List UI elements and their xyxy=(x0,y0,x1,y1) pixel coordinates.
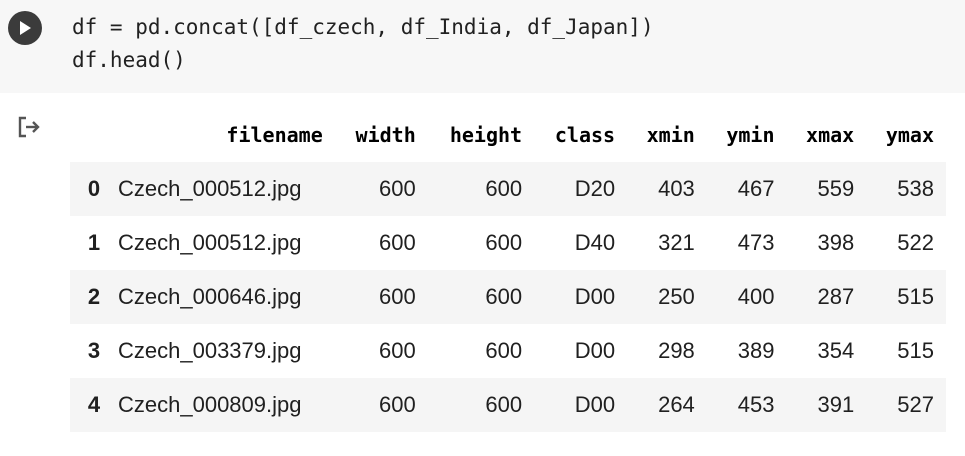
play-icon xyxy=(20,21,31,35)
cell-filename: Czech_000512.jpg xyxy=(118,230,302,255)
run-cell-button[interactable] xyxy=(8,11,42,45)
cell-ymin: 453 xyxy=(737,392,775,417)
column-header-filename: filename xyxy=(226,123,323,147)
cell-class: D00 xyxy=(574,338,616,363)
table-row: 0 Czech_000512.jpg 600 600 D20 403 467 5… xyxy=(70,162,946,216)
cell-ymax: 515 xyxy=(897,338,934,363)
code-line: df = pd.concat([df_czech, df_India, df_J… xyxy=(72,15,654,39)
cell-height: 600 xyxy=(485,338,523,363)
cell-height: 600 xyxy=(485,230,523,255)
row-index: 1 xyxy=(87,230,101,255)
code-editor[interactable]: df = pd.concat([df_czech, df_India, df_J… xyxy=(72,11,654,77)
cell-filename: Czech_000512.jpg xyxy=(118,176,302,201)
cell-height: 600 xyxy=(485,176,523,201)
cell-ymin: 473 xyxy=(737,230,775,255)
cell-ymax: 538 xyxy=(897,176,934,201)
cell-ymax: 515 xyxy=(897,284,934,309)
output-arrow-icon[interactable] xyxy=(16,114,44,140)
cell-class: D40 xyxy=(574,230,616,255)
cell-ymax: 522 xyxy=(897,230,934,255)
table-header-row: filename width height class xmin ymin xm… xyxy=(70,108,946,162)
cell-xmin: 264 xyxy=(658,392,695,417)
cell-filename: Czech_003379.jpg xyxy=(118,338,302,363)
table-row: 2 Czech_000646.jpg 600 600 D00 250 400 2… xyxy=(70,270,946,324)
table-row: 1 Czech_000512.jpg 600 600 D40 321 473 3… xyxy=(70,216,946,270)
table-row: 3 Czech_003379.jpg 600 600 D00 298 389 3… xyxy=(70,324,946,378)
column-header-xmax: xmax xyxy=(806,123,855,147)
cell-width: 600 xyxy=(379,230,416,255)
code-line: df.head() xyxy=(72,48,186,72)
row-index: 3 xyxy=(87,338,101,363)
cell-height: 600 xyxy=(485,284,523,309)
cell-width: 600 xyxy=(379,176,416,201)
column-header-height: height xyxy=(449,123,523,147)
column-header-ymax: ymax xyxy=(885,123,934,147)
cell-width: 600 xyxy=(379,284,416,309)
cell-xmin: 321 xyxy=(658,230,695,255)
row-index: 2 xyxy=(87,284,101,309)
dataframe-table: filename width height class xmin ymin xm… xyxy=(70,108,946,432)
cell-class: D00 xyxy=(574,284,616,309)
column-header-index xyxy=(70,108,110,162)
cell-ymin: 467 xyxy=(737,176,775,201)
cell-width: 600 xyxy=(379,338,416,363)
column-header-xmin: xmin xyxy=(646,123,695,147)
cell-xmin: 403 xyxy=(658,176,695,201)
cell-xmax: 354 xyxy=(817,338,855,363)
cell-width: 600 xyxy=(379,392,416,417)
cell-ymax: 527 xyxy=(897,392,934,417)
table-row: 4 Czech_000809.jpg 600 600 D00 264 453 3… xyxy=(70,378,946,432)
column-header-ymin: ymin xyxy=(726,123,775,147)
row-index: 4 xyxy=(87,392,101,417)
cell-filename: Czech_000646.jpg xyxy=(118,284,302,309)
code-cell[interactable]: df = pd.concat([df_czech, df_India, df_J… xyxy=(0,0,965,93)
cell-xmin: 298 xyxy=(658,338,695,363)
column-header-width: width xyxy=(355,123,416,147)
cell-xmax: 391 xyxy=(817,392,855,417)
cell-filename: Czech_000809.jpg xyxy=(118,392,302,417)
cell-xmax: 559 xyxy=(817,176,855,201)
row-index: 0 xyxy=(87,176,101,201)
column-header-class: class xyxy=(554,123,616,147)
cell-ymin: 400 xyxy=(737,284,775,309)
cell-class: D20 xyxy=(574,176,616,201)
cell-xmax: 287 xyxy=(817,284,855,309)
cell-class: D00 xyxy=(574,392,616,417)
cell-height: 600 xyxy=(485,392,523,417)
cell-xmax: 398 xyxy=(817,230,855,255)
cell-xmin: 250 xyxy=(658,284,695,309)
cell-ymin: 389 xyxy=(737,338,775,363)
